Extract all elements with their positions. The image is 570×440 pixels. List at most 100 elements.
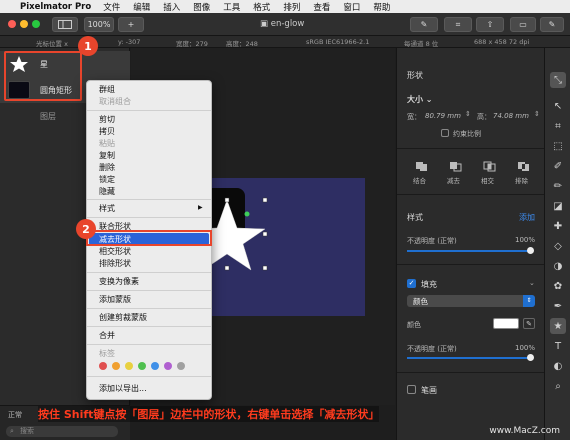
menu-window[interactable]: 窗口 (343, 1, 360, 13)
shape-tool[interactable]: ★ (550, 318, 566, 334)
shape-control-point[interactable] (244, 211, 250, 217)
sidebar-icon (58, 20, 72, 29)
cursor-y-value: y: -307 (118, 38, 141, 46)
menu-item-copy[interactable]: 拷贝 (99, 126, 115, 137)
opacity-value: 100% (515, 236, 536, 244)
zoom-value: 100% (87, 20, 111, 29)
menu-item-cut[interactable]: 剪切 (99, 114, 115, 125)
retouch-tool[interactable]: ✚ (550, 218, 566, 234)
menu-item-merge[interactable]: 合并 (99, 330, 115, 341)
menu-separator (87, 199, 211, 200)
menu-item-exclude-shapes[interactable]: 排除形状 (99, 258, 131, 269)
style-add-button[interactable]: 添加 (519, 212, 535, 223)
share-button[interactable]: ⇧ (476, 17, 504, 32)
intersect-button[interactable]: 相交 (475, 160, 505, 186)
tag-color-dot[interactable] (177, 362, 185, 370)
width-field[interactable]: 80.79 mm (425, 112, 461, 120)
menu-item-add-to-export[interactable]: 添加以导出... (99, 383, 147, 394)
pen-icon: ✒ (553, 300, 563, 312)
brush-tool[interactable]: ✏ (550, 178, 566, 194)
menu-tools[interactable]: 工具 (223, 1, 240, 13)
minimize-window-button[interactable] (20, 20, 28, 28)
menu-file[interactable]: 文件 (103, 1, 120, 13)
arrange-tool[interactable]: ⤡ (550, 72, 566, 88)
combine-button[interactable]: 结合 (407, 160, 437, 186)
menu-item-delete[interactable]: 删除 (99, 162, 115, 173)
crop-button[interactable]: ⌗ (444, 17, 472, 32)
subtract-button[interactable]: 减去 (441, 160, 471, 186)
crop-tool[interactable]: ⌗ (550, 118, 566, 134)
paint-tool[interactable]: ✐ (550, 158, 566, 174)
tag-color-dot[interactable] (112, 362, 120, 370)
opacity-slider-knob[interactable] (527, 247, 534, 254)
menu-help[interactable]: 帮助 (373, 1, 390, 13)
width-stepper-icon[interactable]: ⇕ (465, 110, 471, 118)
blend-mode-label[interactable]: 正常 (8, 410, 22, 420)
selection-tool[interactable]: ⬚ (550, 138, 566, 154)
opacity-slider[interactable] (407, 250, 531, 252)
menu-item-paste[interactable]: 粘贴 (99, 138, 115, 149)
menu-item-add-mask[interactable]: 添加蒙版 (99, 294, 131, 305)
fill-tool[interactable]: ◪ (550, 198, 566, 214)
zoom-select[interactable]: 100% (84, 17, 114, 32)
fill-type-select[interactable]: 颜色 ⇕ (407, 295, 535, 307)
tools-toggle-button[interactable]: ✎ (540, 17, 564, 32)
tag-color-dot[interactable] (125, 362, 133, 370)
pen-tool[interactable]: ✒ (550, 298, 566, 314)
app-menu[interactable]: Pixelmator Pro (20, 2, 91, 12)
menu-item-hide[interactable]: 隐藏 (99, 186, 115, 197)
sidebar-toggle-button[interactable] (52, 17, 78, 32)
menu-item-group[interactable]: 群组 (99, 84, 115, 95)
intersect-icon (483, 161, 496, 172)
subtract-label: 减去 (447, 177, 460, 185)
size-label[interactable]: 大小 ⌄ (407, 94, 433, 105)
close-window-button[interactable] (8, 20, 16, 28)
menu-item-style[interactable]: 样式 (99, 203, 115, 214)
effects-tool[interactable]: ✿ (550, 278, 566, 294)
menu-arrange[interactable]: 排列 (283, 1, 300, 13)
tag-color-dot[interactable] (164, 362, 172, 370)
paint-icon: ✐ (553, 160, 563, 172)
menu-insert[interactable]: 插入 (163, 1, 180, 13)
format-pen-button[interactable]: ✎ (410, 17, 438, 32)
menu-item-create-clipping-mask[interactable]: 创建剪裁蒙版 (99, 312, 147, 323)
color-well[interactable] (493, 318, 519, 329)
layer-search-input[interactable]: 搜索 (6, 426, 118, 437)
chevron-down-icon[interactable]: ⌄ (529, 279, 535, 287)
fill-opacity-slider-knob[interactable] (527, 354, 534, 361)
color-adjust-tool[interactable]: ◑ (550, 258, 566, 274)
zoom-window-button[interactable] (32, 20, 40, 28)
height-field[interactable]: 74.08 mm (493, 112, 529, 120)
menu-image[interactable]: 图像 (193, 1, 210, 13)
menu-view[interactable]: 查看 (313, 1, 330, 13)
menu-item-convert-to-pixels[interactable]: 变换为像素 (99, 276, 139, 287)
tag-color-dot[interactable] (99, 362, 107, 370)
menu-item-duplicate[interactable]: 复制 (99, 150, 115, 161)
exclude-icon (518, 162, 529, 171)
menu-item-lock[interactable]: 锁定 (99, 174, 115, 185)
format-sidebar: 形状 大小 ⌄ 宽： 80.79 mm ⇕ 高： 74.08 mm ⇕ 约束比例… (396, 48, 545, 440)
height-stepper-icon[interactable]: ⇕ (534, 110, 540, 118)
window-toolbar: 100% + ▣ en-glow ✎ ⌗ ⇧ ▭ ✎ (0, 13, 570, 36)
menu-item-intersect-shapes[interactable]: 相交形状 (99, 246, 131, 257)
eyedropper-icon[interactable]: ✎ (523, 318, 535, 329)
menu-item-ungroup[interactable]: 取消组合 (99, 96, 131, 107)
export-button[interactable]: ▭ (510, 17, 536, 32)
type-tool[interactable]: T (550, 338, 566, 354)
menu-format[interactable]: 格式 (253, 1, 270, 13)
zoom-tool[interactable]: ⌕ (550, 378, 566, 394)
exclude-button[interactable]: 排除 (509, 160, 539, 186)
fill-opacity-slider[interactable] (407, 357, 531, 359)
search-icon: ⌕ (10, 427, 14, 435)
eraser-tool[interactable]: ◇ (550, 238, 566, 254)
constrain-checkbox[interactable] (441, 129, 449, 137)
tag-color-dot[interactable] (138, 362, 146, 370)
fill-checkbox[interactable]: ✓ (407, 279, 416, 288)
color-profile-value: sRGB IEC61966-2.1 (306, 38, 370, 46)
tag-color-dot[interactable] (151, 362, 159, 370)
select-tool[interactable]: ↖ (550, 98, 566, 114)
distort-tool[interactable]: ◐ (550, 358, 566, 374)
stroke-checkbox[interactable] (407, 385, 416, 394)
add-button[interactable]: + (118, 17, 144, 32)
menu-edit[interactable]: 编辑 (133, 1, 150, 13)
